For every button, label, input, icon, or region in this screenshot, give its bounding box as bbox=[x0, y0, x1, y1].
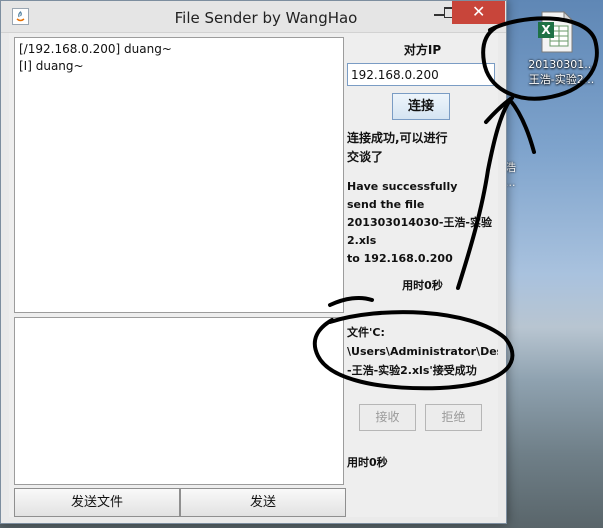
chat-line: [/192.168.0.200] duang~ bbox=[19, 42, 172, 56]
receive-elapsed-time: 用时0秒 bbox=[347, 456, 388, 469]
receive-status-line: 文件'C: bbox=[347, 326, 385, 339]
message-input[interactable] bbox=[14, 317, 344, 485]
svg-text:X: X bbox=[541, 23, 551, 37]
connection-status-line: 交谈了 bbox=[347, 150, 384, 164]
close-icon: ✕ bbox=[472, 2, 486, 21]
receive-status-line: \Users\Administrator\Desk bbox=[347, 345, 498, 358]
send-status-line: Have successfully bbox=[347, 180, 458, 193]
chat-log[interactable]: [/192.168.0.200] duang~ [I] duang~ bbox=[14, 37, 344, 313]
title-bar[interactable]: File Sender by WangHao ✕ bbox=[1, 1, 506, 33]
receive-status-line: -王浩-实验2.xls'接受成功 bbox=[347, 364, 477, 377]
receive-status: 文件'C: \Users\Administrator\Desk -王浩-实验2.… bbox=[347, 323, 498, 380]
connection-status-line: 连接成功,可以进行 bbox=[347, 131, 448, 145]
peer-ip-input[interactable] bbox=[347, 63, 495, 86]
desktop-file-label-line-1: 20130301... bbox=[528, 58, 595, 71]
reject-button[interactable]: 拒绝 bbox=[425, 404, 482, 431]
close-button[interactable]: ✕ bbox=[452, 1, 505, 24]
send-elapsed-time: 用时0秒 bbox=[402, 279, 443, 292]
send-status-line: 201303014030-王浩-实验 bbox=[347, 216, 492, 229]
send-status-line: send the file bbox=[347, 198, 425, 211]
window-title: File Sender by WangHao bbox=[174, 9, 358, 27]
desktop-file-label-line-2: 王浩-实验2... bbox=[528, 73, 595, 86]
connect-button[interactable]: 连接 bbox=[392, 93, 450, 120]
excel-file-icon[interactable]: X bbox=[536, 10, 574, 54]
chat-line: [I] duang~ bbox=[19, 59, 84, 73]
accept-button[interactable]: 接收 bbox=[359, 404, 416, 431]
send-status-line: to 192.168.0.200 bbox=[347, 252, 453, 265]
send-file-button[interactable]: 发送文件 bbox=[14, 488, 180, 517]
connection-status: 连接成功,可以进行 交谈了 bbox=[347, 129, 495, 167]
desktop-file-label[interactable]: 20130301... 王浩-实验2... bbox=[520, 57, 603, 87]
send-button[interactable]: 发送 bbox=[180, 488, 346, 517]
window-content: [/192.168.0.200] duang~ [I] duang~ 发送文件 … bbox=[9, 33, 498, 517]
java-app-icon[interactable] bbox=[12, 8, 29, 25]
minimize-icon bbox=[434, 14, 444, 16]
file-sender-window: File Sender by WangHao ✕ [/192.168.0.200… bbox=[0, 0, 507, 524]
send-status: Have successfully send the file 20130301… bbox=[347, 178, 497, 268]
peer-ip-label: 对方IP bbox=[403, 43, 442, 57]
send-status-line: 2.xls bbox=[347, 234, 377, 247]
